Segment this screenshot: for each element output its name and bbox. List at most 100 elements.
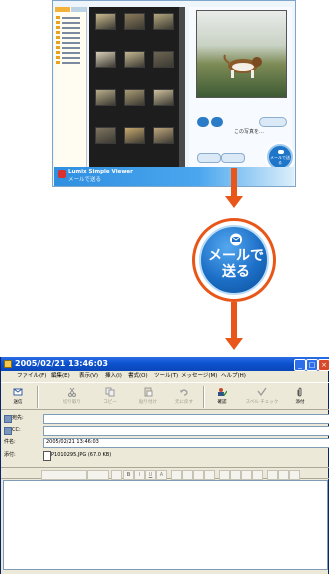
dog-photo-subject bbox=[223, 54, 262, 78]
increase-indent-icon[interactable] bbox=[204, 470, 215, 480]
font-select[interactable] bbox=[41, 470, 87, 480]
folder-item[interactable] bbox=[56, 16, 86, 20]
attach-button[interactable]: 添付 bbox=[287, 385, 313, 409]
message-body[interactable] bbox=[3, 480, 328, 570]
thumbnail-image[interactable] bbox=[153, 13, 174, 30]
font-size-select[interactable] bbox=[87, 470, 109, 480]
insert-picture-icon[interactable] bbox=[289, 470, 300, 480]
preview-caption: この写真を… bbox=[233, 129, 264, 135]
menu-edit[interactable]: 編集(E) bbox=[51, 371, 70, 382]
folder-item[interactable] bbox=[56, 46, 86, 50]
font-color-button[interactable]: A bbox=[156, 470, 167, 480]
thumbnail-image[interactable] bbox=[95, 127, 116, 144]
thumbnail-scrollbar[interactable] bbox=[179, 7, 185, 167]
to-row: 宛先: bbox=[1, 413, 329, 424]
menu-help[interactable]: ヘルプ(H) bbox=[221, 371, 246, 382]
paragraph-style-icon[interactable] bbox=[111, 470, 122, 480]
menu-message[interactable]: メッセージ(M) bbox=[181, 371, 217, 382]
folder-tab[interactable] bbox=[71, 7, 86, 12]
check-names-button[interactable]: 確認 bbox=[209, 385, 235, 409]
app-name: Lumix Simple Viewer bbox=[68, 169, 133, 175]
spellcheck-label: スペル チェック bbox=[245, 400, 279, 405]
address-book-icon[interactable] bbox=[4, 415, 12, 423]
folder-tab-active[interactable] bbox=[55, 7, 70, 12]
align-center-icon[interactable] bbox=[230, 470, 241, 480]
check-names-label: 確認 bbox=[217, 400, 227, 405]
menu-tools[interactable]: ツール(T) bbox=[154, 371, 178, 382]
send-by-mail-label: メールで送る bbox=[270, 155, 290, 165]
cc-field[interactable] bbox=[43, 426, 329, 436]
folder-item[interactable] bbox=[56, 51, 86, 55]
rotate-button[interactable] bbox=[221, 153, 245, 163]
minimize-button[interactable]: _ bbox=[294, 359, 306, 371]
cut-button[interactable]: 切り取り bbox=[59, 385, 85, 409]
close-button[interactable]: × bbox=[318, 359, 329, 371]
maximize-button[interactable]: □ bbox=[306, 359, 318, 371]
paste-icon bbox=[144, 387, 153, 397]
thumbnail-image[interactable] bbox=[124, 13, 145, 30]
next-photo-button[interactable] bbox=[211, 117, 223, 127]
menu-bar: ファイル(F) 編集(E) 表示(V) 挿入(I) 書式(O) ツール(T) メ… bbox=[1, 371, 329, 382]
thumbnail-grid bbox=[89, 7, 179, 167]
send-by-mail-text: メールで 送る bbox=[203, 248, 269, 280]
folder-icon bbox=[56, 46, 60, 49]
check-names-icon bbox=[218, 388, 227, 397]
thumbnail-image[interactable] bbox=[153, 89, 174, 106]
menu-format[interactable]: 書式(O) bbox=[128, 371, 148, 382]
align-left-icon[interactable] bbox=[219, 470, 230, 480]
preview-photo bbox=[196, 10, 287, 98]
print-button[interactable] bbox=[197, 153, 221, 163]
thumbnail-image[interactable] bbox=[124, 51, 145, 68]
send-button[interactable]: 送信 bbox=[5, 385, 31, 409]
folder-icon bbox=[56, 16, 60, 19]
horizontal-line-icon[interactable] bbox=[267, 470, 278, 480]
thumbnail-image[interactable] bbox=[124, 127, 145, 144]
folder-item[interactable] bbox=[56, 31, 86, 35]
menu-file[interactable]: ファイル(F) bbox=[17, 371, 46, 382]
undo-button[interactable]: 元に戻す bbox=[171, 385, 197, 409]
thumbnail-image[interactable] bbox=[153, 51, 174, 68]
copy-label: コピー bbox=[103, 400, 117, 405]
italic-button[interactable]: I bbox=[134, 470, 145, 480]
subject-field[interactable]: 2005/02/21 13:46:03 bbox=[43, 438, 329, 448]
attachment-file[interactable]: P1010295.JPG (67.0 KB) bbox=[51, 450, 111, 460]
cut-label: 切り取り bbox=[63, 400, 81, 405]
to-field[interactable] bbox=[43, 414, 329, 424]
underline-button[interactable]: U bbox=[145, 470, 156, 480]
thumbnail-image[interactable] bbox=[95, 51, 116, 68]
previous-photo-button[interactable] bbox=[197, 117, 209, 127]
address-book-icon[interactable] bbox=[4, 427, 12, 435]
spellcheck-button[interactable]: スペル チェック bbox=[246, 385, 278, 409]
send-by-mail-button-large[interactable]: メールで 送る bbox=[192, 218, 276, 302]
copy-button[interactable]: コピー bbox=[97, 385, 123, 409]
tools-button[interactable] bbox=[259, 117, 287, 127]
bold-button[interactable]: B bbox=[123, 470, 134, 480]
thumbnail-image[interactable] bbox=[95, 89, 116, 106]
decrease-indent-icon[interactable] bbox=[193, 470, 204, 480]
folder-item[interactable] bbox=[56, 41, 86, 45]
insert-link-icon[interactable] bbox=[278, 470, 289, 480]
folder-icon bbox=[56, 21, 60, 24]
paste-button[interactable]: 貼り付け bbox=[135, 385, 161, 409]
justify-icon[interactable] bbox=[252, 470, 263, 480]
send-by-mail-button-face[interactable]: メールで 送る bbox=[199, 225, 269, 295]
folder-item[interactable] bbox=[56, 36, 86, 40]
folder-item[interactable] bbox=[56, 61, 86, 65]
folder-tree[interactable] bbox=[54, 7, 87, 167]
folder-icon bbox=[56, 26, 60, 29]
folder-item[interactable] bbox=[56, 21, 86, 25]
thumbnail-image[interactable] bbox=[124, 89, 145, 106]
title-bar[interactable]: 2005/02/21 13:46:03 _ □ × bbox=[1, 357, 329, 371]
attach-label: 添付 bbox=[295, 400, 305, 405]
paperclip-icon bbox=[297, 387, 302, 397]
align-right-icon[interactable] bbox=[241, 470, 252, 480]
numbered-list-icon[interactable] bbox=[171, 470, 182, 480]
folder-item[interactable] bbox=[56, 26, 86, 30]
bullet-list-icon[interactable] bbox=[182, 470, 193, 480]
folder-item[interactable] bbox=[56, 56, 86, 60]
thumbnail-image[interactable] bbox=[95, 13, 116, 30]
menu-view[interactable]: 表示(V) bbox=[79, 371, 98, 382]
thumbnail-image[interactable] bbox=[153, 127, 174, 144]
menu-insert[interactable]: 挿入(I) bbox=[105, 371, 122, 382]
arrow-down-icon bbox=[225, 338, 243, 350]
